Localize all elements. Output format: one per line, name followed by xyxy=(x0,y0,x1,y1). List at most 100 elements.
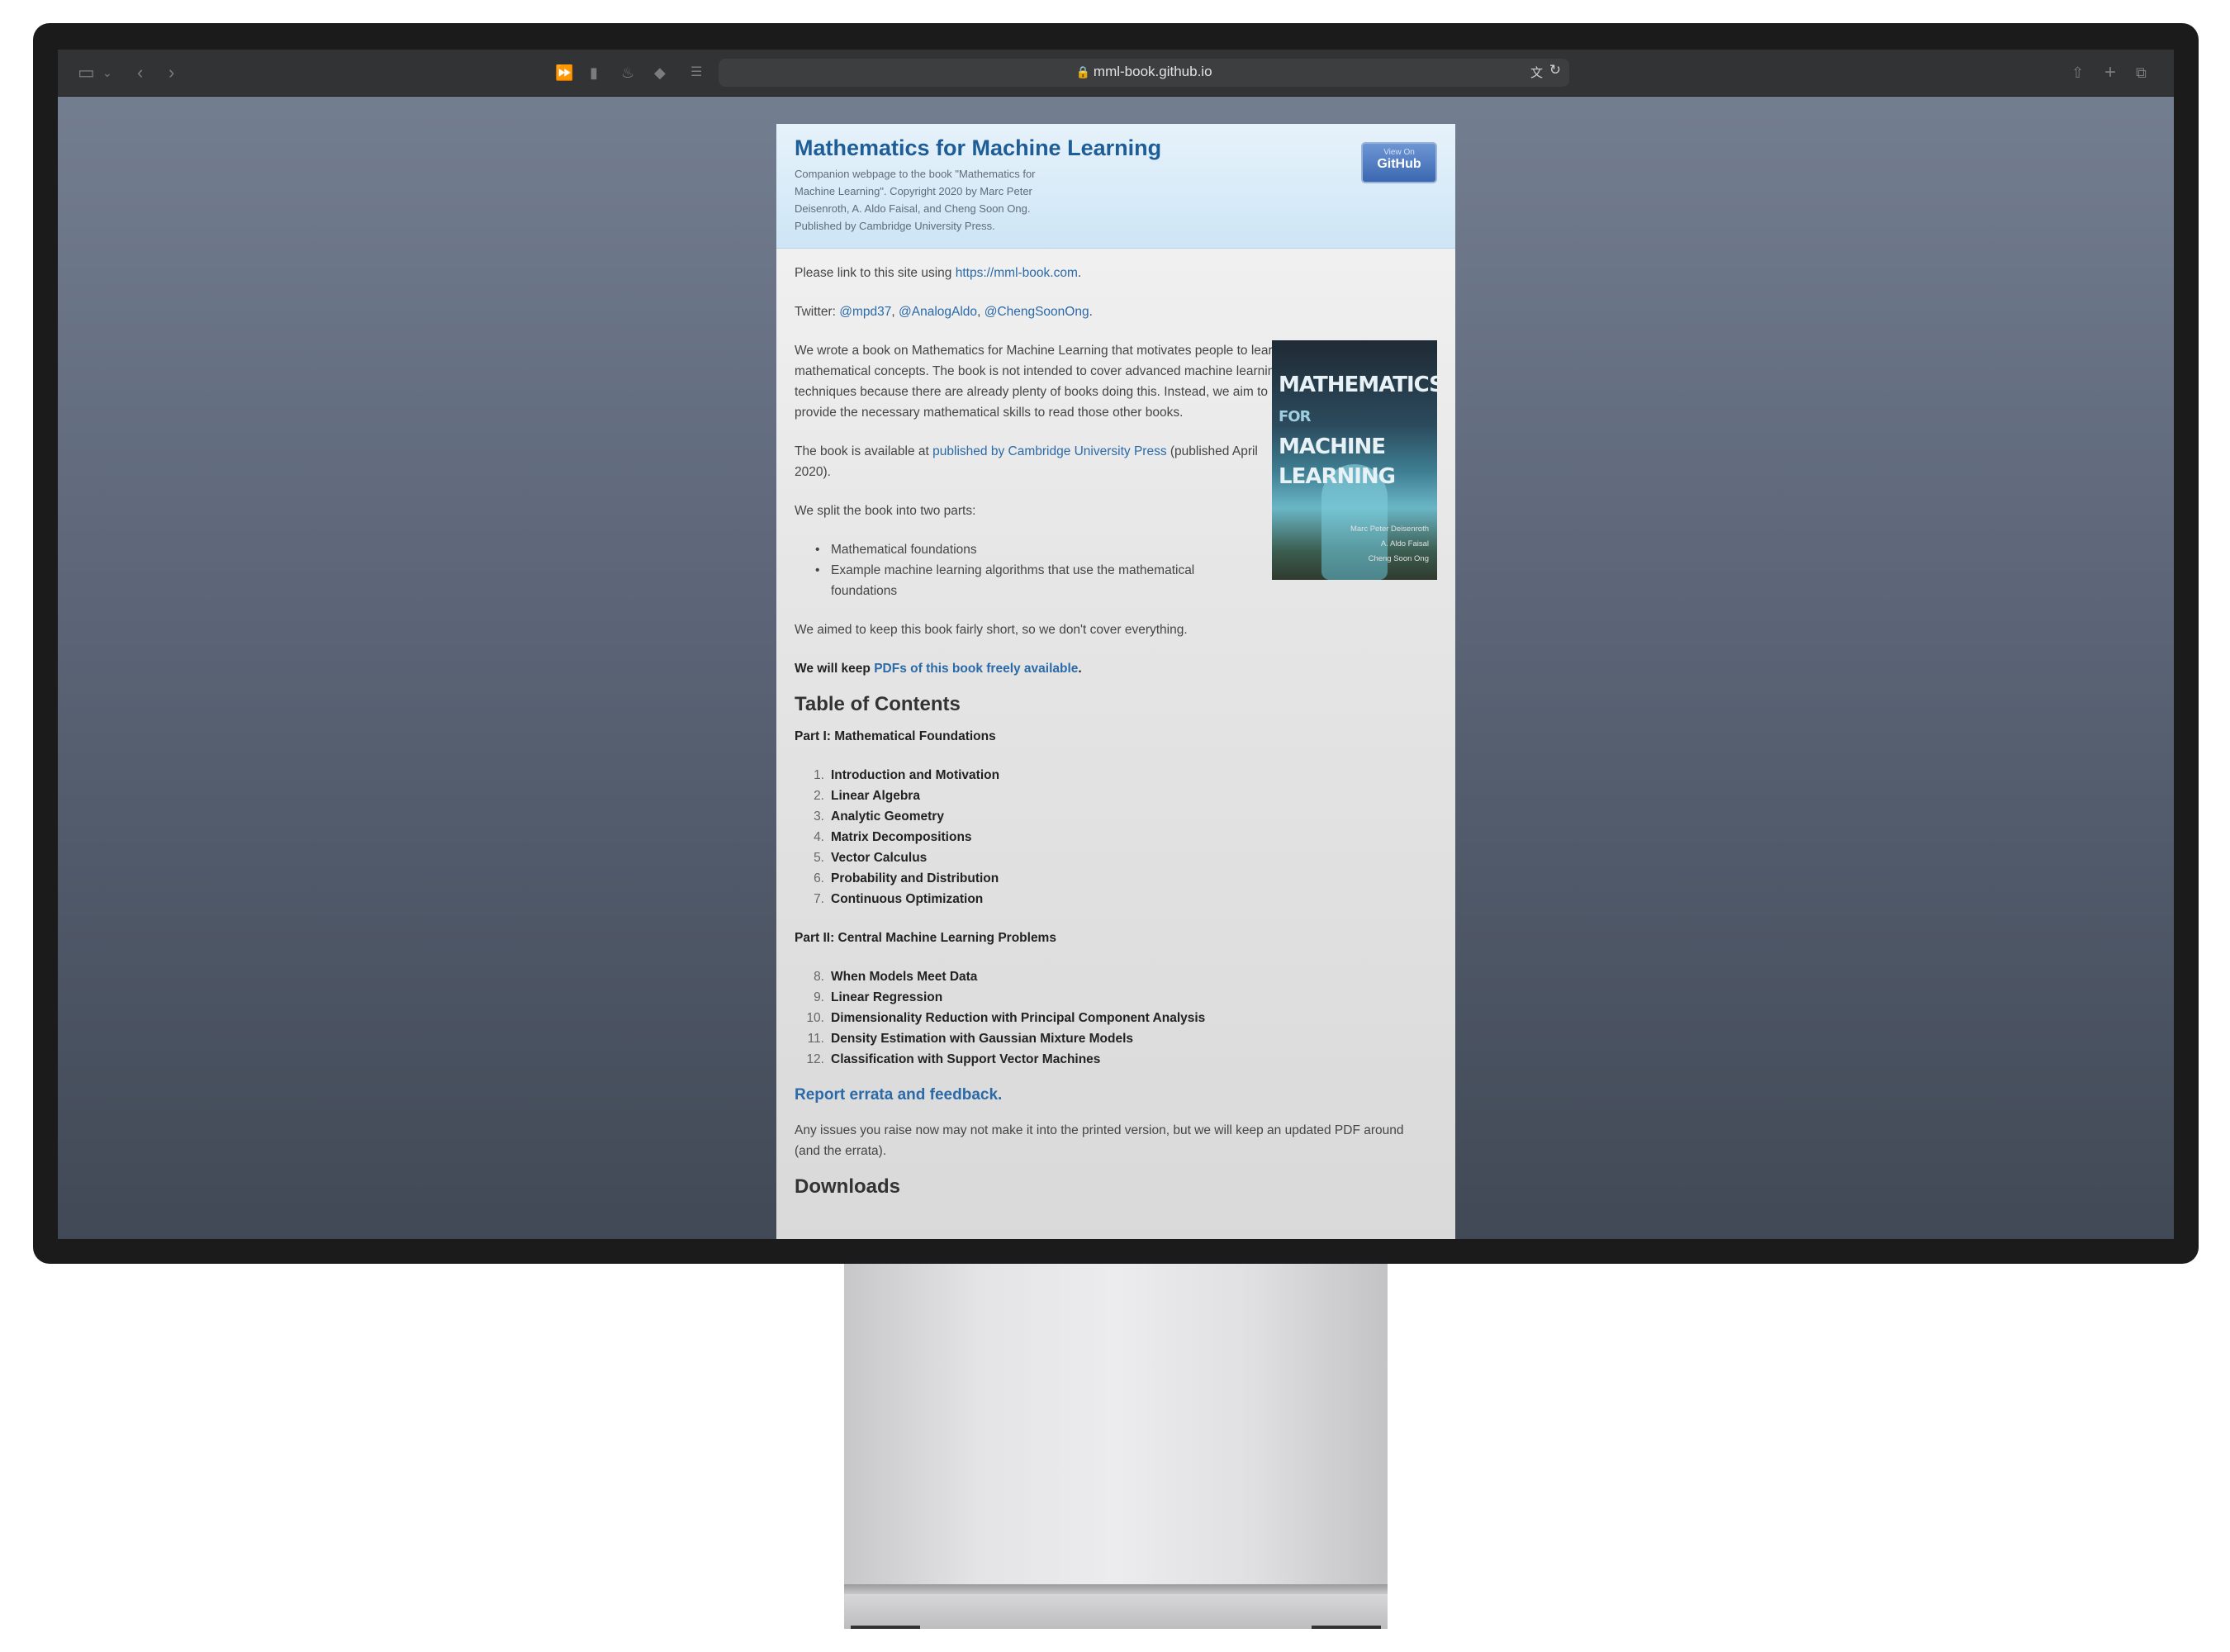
twitter-prefix: Twitter: xyxy=(795,305,840,319)
toc-number: 7. xyxy=(814,892,824,906)
toc-label: Vector Calculus xyxy=(831,851,928,865)
fast-forward-icon[interactable]: ⏩ xyxy=(555,59,573,86)
toc-item[interactable]: 8. When Models Meet Data xyxy=(795,966,1439,987)
toc-label: When Models Meet Data xyxy=(831,970,978,984)
errata-paragraph: Report errata and feedback. xyxy=(795,1085,1439,1105)
site-link[interactable]: https://mml-book.com xyxy=(956,266,1078,280)
reader-icon[interactable]: ☰ xyxy=(690,59,702,86)
reload-icon[interactable]: ↻ xyxy=(1549,62,1561,78)
part-1-list: 1. Introduction and Motivation 2. Linear A… xyxy=(795,765,1439,909)
flame-icon[interactable]: ♨ xyxy=(621,59,634,86)
errata-note: Any issues you raise now may not make it… xyxy=(795,1123,1404,1158)
free-pdf-link[interactable]: PDFs of this book freely available xyxy=(874,662,1078,676)
toc-label: Density Estimation with Gaussian Mixture… xyxy=(831,1032,1134,1046)
toc-item[interactable]: 5. Vector Calculus xyxy=(795,847,1439,868)
availability-prefix: The book is available at xyxy=(795,444,933,458)
book-cover-image[interactable]: MATHEMATICS FOR MACHINE LEARNING Marc Pe… xyxy=(1272,340,1437,580)
screen: ▭ ⌄ ‹ › ⏩ ▮ ♨ ◆ ☰ 🔒 mml-book.github.io 文 … xyxy=(58,50,2174,1239)
stand-foot-left xyxy=(851,1626,920,1629)
toc-label: Matrix Decompositions xyxy=(831,830,972,844)
site-tagline: Companion webpage to the book "Mathemati… xyxy=(795,168,1036,232)
cover-title-line-2: MACHINE LEARNING xyxy=(1279,434,1396,489)
web-page: Mathematics for Machine Learning Compani… xyxy=(776,124,1455,1239)
twitter-link-analogaldo[interactable]: @AnalogAldo xyxy=(899,305,977,319)
github-button-label: GitHub xyxy=(1377,157,1421,171)
twitter-sep: , xyxy=(977,305,985,319)
diamond-icon[interactable]: ◆ xyxy=(654,59,666,86)
back-icon[interactable]: ‹ xyxy=(137,59,143,86)
twitter-sep: , xyxy=(891,305,899,319)
address-url: mml-book.github.io xyxy=(1093,64,1212,79)
part-1-heading: Part I: Mathematical Foundations xyxy=(795,729,996,743)
part-2-heading: Part II: Central Machine Learning Proble… xyxy=(795,931,1056,945)
toc-number: 3. xyxy=(814,809,824,824)
toc-label: Linear Algebra xyxy=(831,789,920,803)
toc-label: Classification with Support Vector Machi… xyxy=(831,1052,1101,1066)
link-suffix: . xyxy=(1077,266,1082,280)
toc-label: Introduction and Motivation xyxy=(831,768,1000,782)
toc-item[interactable]: 9. Linear Regression xyxy=(795,987,1439,1008)
toc-item[interactable]: 10. Dimensionality Reduction with Princip… xyxy=(795,1008,1439,1028)
monitor-stand-base xyxy=(844,1594,1388,1629)
lock-icon: 🔒 xyxy=(1075,65,1090,78)
toc-number: 12. xyxy=(806,1052,824,1066)
toc-number: 1. xyxy=(814,768,824,782)
cover-author: Cheng Soon Ong xyxy=(1368,554,1429,563)
errata-suffix: . xyxy=(998,1086,1003,1104)
toc-number: 2. xyxy=(814,789,824,803)
document-icon[interactable]: ▮ xyxy=(590,59,598,86)
free-pdf-suffix: . xyxy=(1078,662,1082,676)
toc-label: Continuous Optimization xyxy=(831,892,984,906)
toc-number: 9. xyxy=(814,990,824,1004)
toc-item[interactable]: 12. Classification with Support Vector Ma… xyxy=(795,1049,1439,1070)
address-bar[interactable]: 🔒 mml-book.github.io 文 ↻ xyxy=(719,59,1569,87)
translate-icon[interactable]: 文 xyxy=(1530,64,1543,81)
cover-author: Marc Peter Deisenroth xyxy=(1350,525,1429,534)
availability-paragraph: The book is available at published by Ca… xyxy=(795,441,1282,482)
cover-author: A. Aldo Faisal xyxy=(1380,539,1429,548)
parts-list: Mathematical foundations Example machine… xyxy=(795,539,1257,601)
toc-heading: Table of Contents xyxy=(795,693,961,715)
toc-label: Analytic Geometry xyxy=(831,809,944,824)
monitor-bezel: ▭ ⌄ ‹ › ⏩ ▮ ♨ ◆ ☰ 🔒 mml-book.github.io 文 … xyxy=(33,23,2199,1264)
intro-paragraph: We wrote a book on Mathematics for Machi… xyxy=(795,344,1282,420)
short-paragraph: We aimed to keep this book fairly short,… xyxy=(795,623,1188,637)
site-header: Mathematics for Machine Learning Compani… xyxy=(776,124,1455,249)
new-tab-icon[interactable]: + xyxy=(2104,59,2116,86)
toc-item[interactable]: 1. Introduction and Motivation xyxy=(795,765,1439,786)
toc-item[interactable]: 11. Density Estimation with Gaussian Mixt… xyxy=(795,1028,1439,1049)
chevron-down-icon[interactable]: ⌄ xyxy=(102,59,112,86)
toc-label: Probability and Distribution xyxy=(831,871,999,885)
toc-item[interactable]: 7. Continuous Optimization xyxy=(795,889,1439,909)
site-title[interactable]: Mathematics for Machine Learning xyxy=(795,135,1161,161)
list-item: Example machine learning algorithms that… xyxy=(795,560,1257,601)
cover-title-for: FOR xyxy=(1279,408,1311,425)
cover-title-line-1: MATHEMATICS xyxy=(1279,373,1437,397)
toc-item[interactable]: 4. Matrix Decompositions xyxy=(795,827,1439,847)
toc-item[interactable]: 3. Analytic Geometry xyxy=(795,806,1439,827)
twitter-link-chengsoonong[interactable]: @ChengSoonOng xyxy=(985,305,1089,319)
toc-number: 4. xyxy=(814,830,824,844)
link-paragraph: Please link to this site using https://m… xyxy=(795,263,1439,283)
share-icon[interactable]: ⇧ xyxy=(2071,59,2084,86)
cambridge-link[interactable]: published by Cambridge University Press xyxy=(932,444,1166,458)
twitter-link-mpd37[interactable]: @mpd37 xyxy=(839,305,891,319)
toc-item[interactable]: 6. Probability and Distribution xyxy=(795,868,1439,889)
toc-number: 6. xyxy=(814,871,824,885)
toc-number: 10. xyxy=(806,1011,824,1025)
view-on-github-button[interactable]: View On GitHub xyxy=(1361,142,1437,183)
tab-overview-icon[interactable]: ⧉ xyxy=(2136,59,2147,86)
toc-label: Dimensionality Reduction with Principal … xyxy=(831,1011,1206,1025)
forward-icon[interactable]: › xyxy=(168,59,174,86)
free-pdf-paragraph: We will keep PDFs of this book freely av… xyxy=(795,658,1439,679)
toc-number: 8. xyxy=(814,970,824,984)
toc-item[interactable]: 2. Linear Algebra xyxy=(795,786,1439,806)
twitter-suffix: . xyxy=(1089,305,1093,319)
monitor-stand-edge xyxy=(844,1584,1388,1594)
free-pdf-prefix: We will keep xyxy=(795,662,875,676)
sidebar-toggle-icon[interactable]: ▭ xyxy=(78,59,95,86)
toc-number: 11. xyxy=(807,1032,824,1046)
github-button-small-label: View On xyxy=(1383,148,1415,157)
errata-link[interactable]: Report errata and feedback xyxy=(795,1086,998,1104)
stand-foot-right xyxy=(1312,1626,1381,1629)
